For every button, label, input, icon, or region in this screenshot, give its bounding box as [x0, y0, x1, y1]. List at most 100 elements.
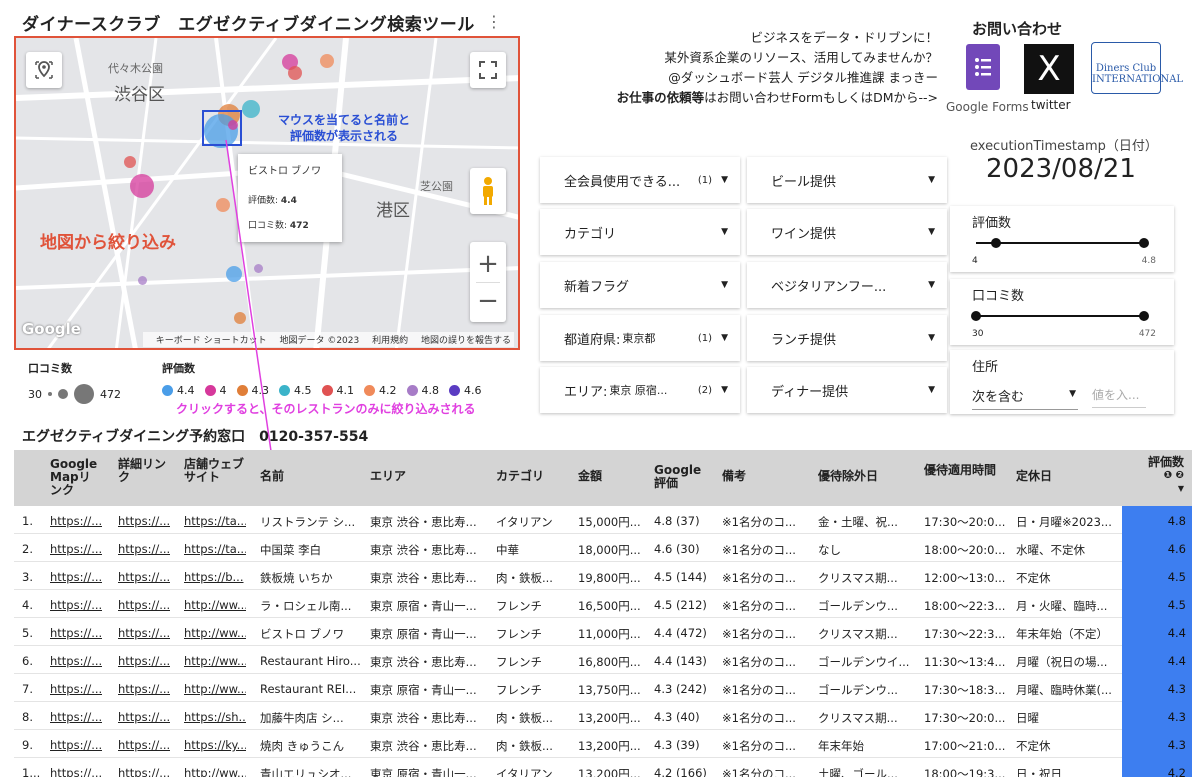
filter-wine[interactable]: ワイン提供 ▼ — [747, 209, 947, 255]
filter-all-members[interactable]: 全会員使用できる... (1) ▼ — [540, 157, 740, 203]
table-row[interactable]: 7. https://... https://... http://ww... Rest… — [14, 674, 1192, 702]
rating-legend-dot — [449, 385, 460, 396]
excluded-days-cell: ゴールデンウ... — [818, 683, 898, 697]
col-google-rating[interactable]: Google 評価 — [654, 464, 704, 490]
rating-slider-max-handle[interactable] — [1139, 238, 1149, 248]
table-row[interactable]: 5. https://... https://... http://ww... ビストロ… — [14, 618, 1192, 646]
dropdown-arrow-icon: ▼ — [721, 280, 728, 290]
hours-cell: 17:30〜20:0... — [924, 711, 1006, 725]
table-row[interactable]: 3. https://... https://... https://b... 鉄板焼 … — [14, 562, 1192, 590]
filter-new-flag[interactable]: 新着フラグ ▼ — [540, 262, 740, 308]
area-cell: 東京 渋谷・恵比寿... — [370, 571, 477, 585]
dropdown-arrow-icon: ▼ — [928, 385, 935, 395]
category-cell: フレンチ — [496, 655, 542, 669]
detail-link[interactable]: https://... — [118, 570, 170, 584]
table-row[interactable]: 6. https://... https://... http://ww... Rest… — [14, 646, 1192, 674]
size-legend-min: 30 — [28, 387, 42, 401]
website-link[interactable]: https://ta... — [184, 542, 246, 556]
row-number: 9. — [22, 738, 33, 752]
address-value-input[interactable]: 値を入... — [1092, 386, 1146, 408]
website-link[interactable]: https://sh... — [184, 710, 246, 724]
col-map-link[interactable]: Google Mapリンク — [50, 458, 100, 497]
col-area[interactable]: エリア — [370, 470, 406, 483]
website-link[interactable]: https://ta... — [184, 514, 246, 528]
rating-cell: 4.3 — [1122, 730, 1192, 758]
google-forms-icon[interactable] — [966, 44, 1000, 90]
filter-beer[interactable]: ビール提供 ▼ — [747, 157, 947, 203]
closed-cell: 不定休 — [1016, 739, 1051, 753]
table-row[interactable]: 8. https://... https://... https://sh... 加藤牛… — [14, 702, 1192, 730]
map-link[interactable]: https://... — [50, 654, 102, 668]
excluded-days-cell: クリスマス期... — [818, 711, 898, 725]
col-excluded-days[interactable]: 優待除外日 — [818, 470, 878, 483]
map-link[interactable]: https://... — [50, 682, 102, 696]
detail-link[interactable]: https://... — [118, 598, 170, 612]
area-cell: 東京 渋谷・恵比寿... — [370, 655, 477, 669]
col-category[interactable]: カテゴリ — [496, 470, 544, 483]
rating-slider-min-handle[interactable] — [991, 238, 1002, 248]
notes-cell: ※1名分のコ... — [722, 515, 796, 529]
detail-link[interactable]: https://... — [118, 514, 170, 528]
col-price[interactable]: 金額 — [578, 470, 602, 483]
filter-area[interactable]: エリア: 東京 原宿... (2) ▼ — [540, 367, 740, 413]
filter-lunch[interactable]: ランチ提供 ▼ — [747, 315, 947, 361]
filter-vegetarian[interactable]: ベジタリアンフー... ▼ — [747, 262, 947, 308]
map-link[interactable]: https://... — [50, 766, 102, 777]
detail-link[interactable]: https://... — [118, 738, 170, 752]
website-link[interactable]: https://ky... — [184, 738, 246, 752]
filter-category[interactable]: カテゴリ ▼ — [540, 209, 740, 255]
website-link[interactable]: http://ww... — [184, 626, 246, 640]
col-rating[interactable]: 評価数 ❶ ❷ ▼ — [1140, 456, 1184, 495]
detail-link[interactable]: https://... — [118, 654, 170, 668]
area-cell: 東京 原宿・青山一... — [370, 627, 477, 641]
table-row[interactable]: 1. https://... https://... https://ta... リスト… — [14, 506, 1192, 534]
map-link[interactable]: https://... — [50, 542, 102, 556]
rating-legend: 評価数 4.4 4 4.3 4.5 4.1 4.2 4.8 4.6 — [162, 360, 488, 397]
map-link[interactable]: https://... — [50, 626, 102, 640]
rating-slider-track[interactable] — [976, 242, 1144, 244]
reviews-slider-max-handle[interactable] — [1139, 311, 1149, 321]
detail-link[interactable]: https://... — [118, 542, 170, 556]
filter-dinner[interactable]: ディナー提供 ▼ — [747, 367, 947, 413]
medium-dot-icon — [58, 389, 68, 399]
area-cell: 東京 原宿・青山一... — [370, 683, 477, 697]
rating-legend-dot — [279, 385, 290, 396]
col-website[interactable]: 店舗ウェブサイト — [184, 458, 244, 484]
map-link[interactable]: https://... — [50, 598, 102, 612]
address-operator-select[interactable]: 次を含む ▼ — [972, 386, 1078, 410]
website-link[interactable]: http://ww... — [184, 598, 246, 612]
rating-cell: 4.5 — [1122, 590, 1192, 618]
table-row[interactable]: 2. https://... https://... https://ta... 中国菜… — [14, 534, 1192, 562]
detail-link[interactable]: https://... — [118, 626, 170, 640]
table-row[interactable]: 4. https://... https://... http://ww... ラ・ロシ… — [14, 590, 1192, 618]
website-link[interactable]: http://ww... — [184, 766, 246, 777]
twitter-label: twitter — [1031, 98, 1071, 112]
col-hours[interactable]: 優待適用時間 — [924, 464, 1004, 477]
reviews-slider-track[interactable] — [976, 315, 1144, 317]
closed-cell: 日・祝日 — [1016, 767, 1062, 777]
map-link[interactable]: https://... — [50, 570, 102, 584]
rating-legend-label: 4 — [219, 384, 227, 397]
col-name[interactable]: 名前 — [260, 470, 284, 483]
map-link[interactable]: https://... — [50, 738, 102, 752]
detail-link[interactable]: https://... — [118, 682, 170, 696]
reviews-slider-min-handle[interactable] — [971, 311, 981, 321]
map-link[interactable]: https://... — [50, 710, 102, 724]
detail-link[interactable]: https://... — [118, 710, 170, 724]
col-detail-link[interactable]: 詳細リンク — [118, 458, 168, 484]
rating-legend-dot — [236, 385, 248, 396]
website-link[interactable]: http://ww... — [184, 654, 246, 668]
col-notes[interactable]: 備考 — [722, 470, 746, 483]
row-number: 3. — [22, 570, 33, 584]
table-row[interactable]: 1... https://... https://... http://ww... 青山… — [14, 758, 1192, 777]
website-link[interactable]: http://ww... — [184, 682, 246, 696]
col-closed[interactable]: 定休日 — [1016, 470, 1052, 483]
price-cell: 13,200円... — [578, 711, 641, 725]
category-cell: 肉・鉄板... — [496, 739, 553, 753]
website-link[interactable]: https://b... — [184, 570, 246, 584]
filter-prefecture[interactable]: 都道府県: 東京都 (1) ▼ — [540, 315, 740, 361]
x-twitter-icon[interactable]: X — [1024, 44, 1074, 94]
map-link[interactable]: https://... — [50, 514, 102, 528]
detail-link[interactable]: https://... — [118, 766, 170, 777]
table-row[interactable]: 9. https://... https://... https://ky... 焼肉 … — [14, 730, 1192, 758]
